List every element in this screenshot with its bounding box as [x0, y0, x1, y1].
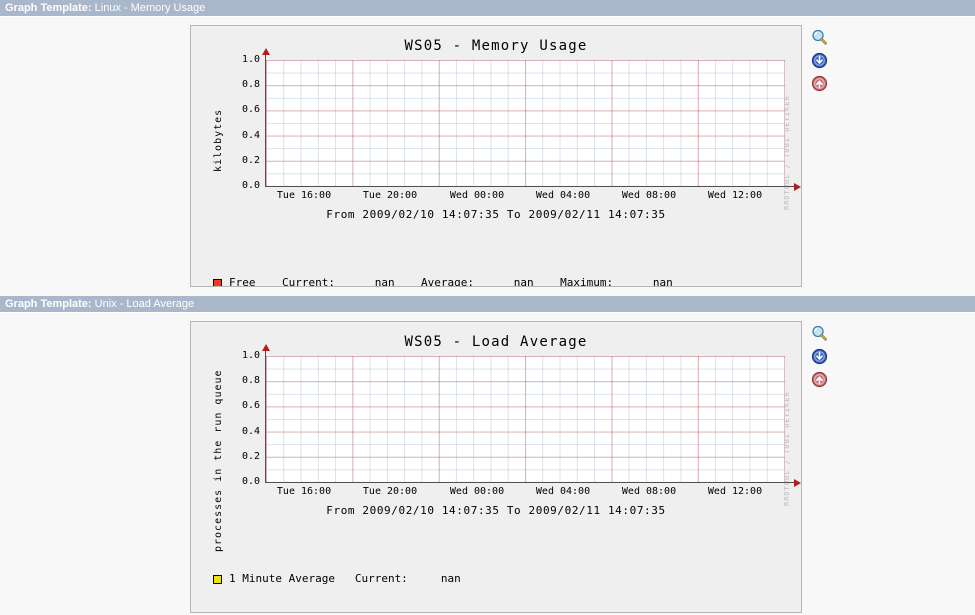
csv-export-icon[interactable]: [811, 52, 828, 69]
x-tick: Wed 12:00: [707, 190, 763, 201]
y-tick: 0.6: [241, 400, 260, 412]
x-tick: Wed 04:00: [535, 486, 591, 497]
graph-template-label: Graph Template:: [5, 298, 92, 310]
graph-image-load-average[interactable]: WS05 - Load Average RRDTOOL / TOBI OETIK…: [190, 321, 802, 613]
y-axis-line: [265, 350, 266, 482]
graph-details-icon[interactable]: [811, 371, 828, 388]
y-tick: 0.0: [241, 180, 260, 191]
y-axis-arrow-icon: [262, 48, 270, 55]
graph-template-name: Unix - Load Average: [94, 298, 195, 310]
graph-time-range: From 2009/02/10 14:07:35 To 2009/02/11 1…: [326, 504, 666, 517]
legend-item-text: Free Current: nan Average: nan Maximum: …: [229, 276, 673, 286]
y-axis-arrow-icon: [262, 344, 270, 351]
graph-actions-memory: [802, 25, 836, 92]
x-tick: Wed 08:00: [621, 190, 677, 201]
graph-details-icon[interactable]: [811, 75, 828, 92]
zoom-icon[interactable]: [811, 29, 828, 46]
graph-image-memory-usage[interactable]: WS05 - Memory Usage RRDTOOL / TOBI OETIK…: [190, 25, 802, 287]
graph-template-header-load: Graph Template: Unix - Load Average: [0, 296, 975, 313]
graph-block-memory-usage: Graph Template: Linux - Memory Usage WS0…: [0, 0, 975, 287]
x-tick: Wed 08:00: [621, 486, 677, 497]
x-tick: Wed 00:00: [449, 486, 505, 497]
plot-area: 1.0 0.8 0.6 0.4 0.2 0.0 Tue 16:00 Tue 20…: [242, 48, 801, 201]
graph-template-name: Linux - Memory Usage: [94, 2, 206, 14]
x-axis-arrow-icon: [794, 479, 801, 487]
graph-time-range: From 2009/02/10 14:07:35 To 2009/02/11 1…: [326, 208, 666, 221]
csv-export-icon[interactable]: [811, 348, 828, 365]
y-tick: 0.4: [241, 425, 260, 437]
x-tick: Tue 16:00: [276, 486, 332, 497]
legend-item: 1 Minute Average Current: nan: [213, 570, 461, 588]
y-tick: 1.0: [241, 54, 260, 65]
legend-color-swatch: [213, 278, 222, 286]
graph-legend: 1 Minute Average Current: nan 5 Minute A…: [213, 534, 461, 612]
graph-legend: Free Current: nan Average: nan Maximum: …: [213, 238, 673, 286]
graph-actions-load: [802, 321, 836, 388]
y-tick: 0.2: [241, 154, 260, 166]
legend-item-text: 1 Minute Average Current: nan: [229, 572, 461, 585]
x-tick: Wed 04:00: [535, 190, 591, 201]
plot-grid: [266, 60, 785, 186]
plot-area: 1.0 0.8 0.6 0.4 0.2 0.0 Tue 16:00 Tue 20…: [242, 344, 801, 497]
plot-grid: [266, 356, 785, 482]
graph-template-label: Graph Template:: [5, 2, 92, 14]
x-axis-line: [265, 186, 795, 187]
x-tick: Wed 12:00: [707, 486, 763, 497]
legend-item: Free Current: nan Average: nan Maximum: …: [213, 274, 673, 286]
y-axis-label: kilobytes: [213, 108, 224, 172]
graph-title: WS05 - Load Average: [404, 334, 588, 350]
x-axis-line: [265, 482, 795, 483]
legend-color-swatch: [213, 574, 222, 584]
x-tick: Tue 20:00: [362, 486, 418, 497]
y-tick: 0.8: [241, 79, 260, 91]
y-tick: 0.6: [241, 104, 260, 116]
x-tick: Tue 16:00: [276, 190, 332, 201]
graph-title: WS05 - Memory Usage: [404, 38, 588, 54]
y-tick: 0.8: [241, 375, 260, 387]
zoom-icon[interactable]: [811, 325, 828, 342]
x-axis-arrow-icon: [794, 183, 801, 191]
graph-block-load-average: Graph Template: Unix - Load Average WS05…: [0, 296, 975, 613]
y-axis-label: processes in the run queue: [213, 369, 224, 552]
x-tick: Wed 00:00: [449, 190, 505, 201]
y-axis-line: [265, 54, 266, 186]
y-tick: 0.0: [241, 476, 260, 487]
y-tick: 0.4: [241, 129, 260, 141]
graph-template-header-memory: Graph Template: Linux - Memory Usage: [0, 0, 975, 17]
y-tick: 0.2: [241, 450, 260, 462]
y-tick: 1.0: [241, 350, 260, 361]
x-tick: Tue 20:00: [362, 190, 418, 201]
